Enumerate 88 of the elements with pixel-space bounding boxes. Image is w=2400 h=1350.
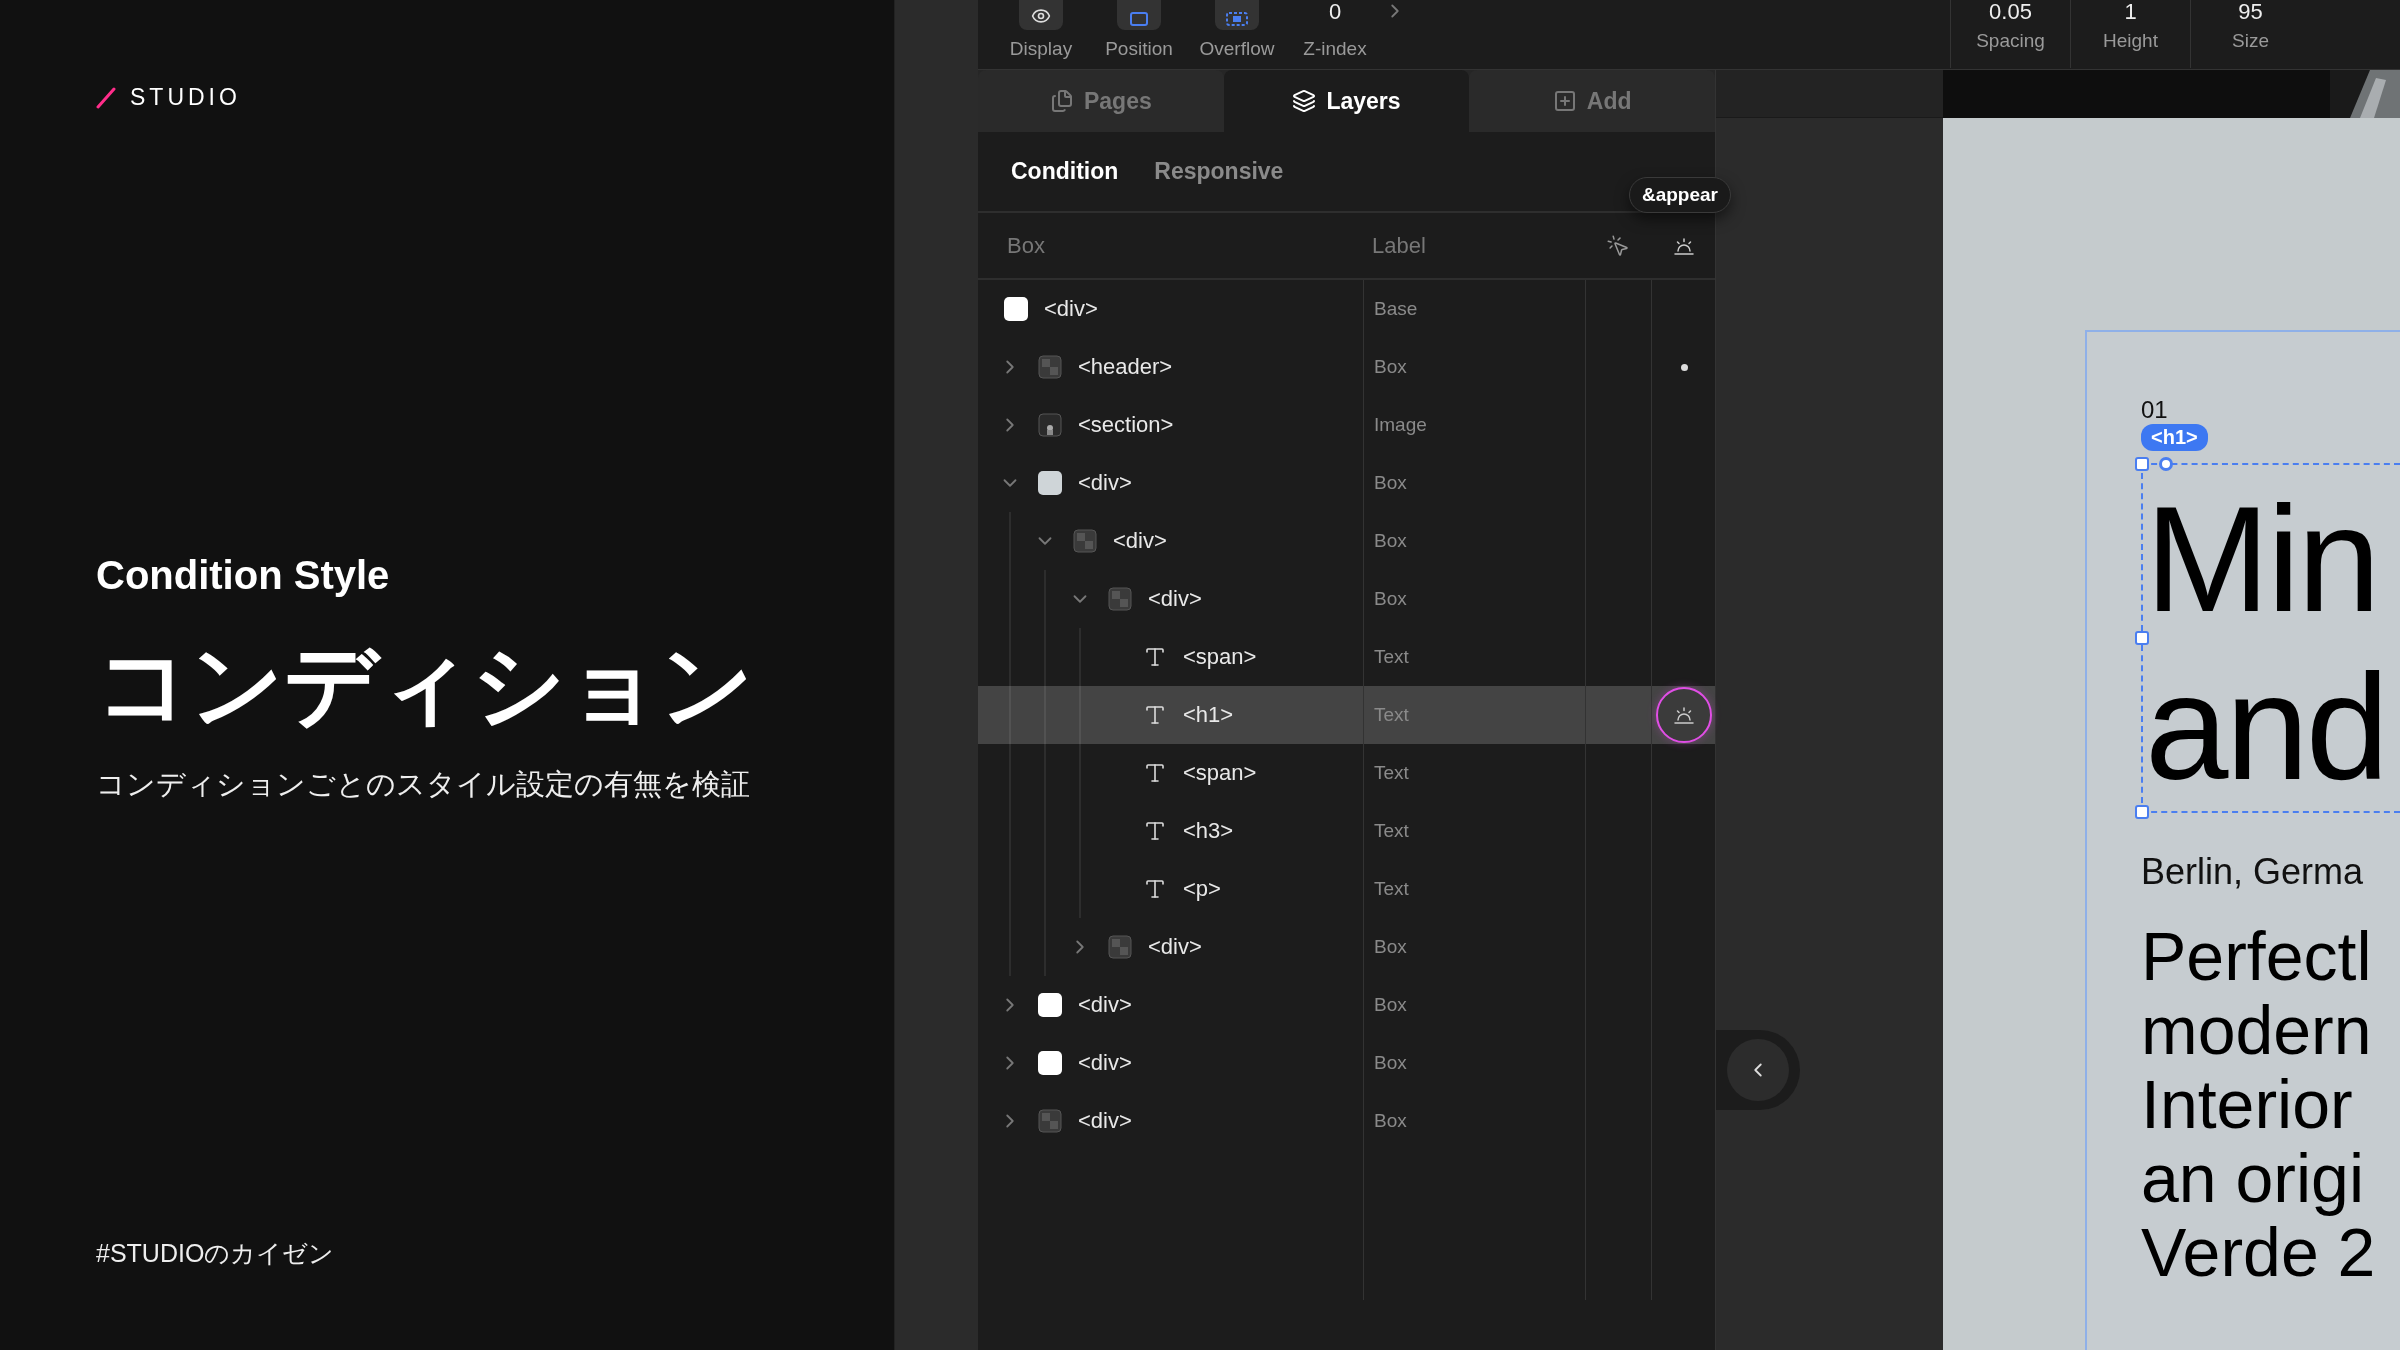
text-icon <box>1143 645 1167 669</box>
layer-row[interactable]: <div> Box <box>978 1092 1715 1150</box>
pivot-handle[interactable] <box>2159 457 2173 471</box>
panel-tab[interactable]: Layers <box>1223 70 1470 132</box>
section-eyebrow: Condition Style <box>96 553 391 598</box>
checker-icon <box>1073 529 1097 553</box>
toolbar-button[interactable]: Display <box>992 0 1090 60</box>
checker-icon <box>1108 587 1132 611</box>
checker-icon <box>1038 355 1062 379</box>
layer-label: Box <box>1374 588 1407 610</box>
layer-row[interactable]: <div> Base <box>978 280 1715 338</box>
layer-tag: <section> <box>1078 412 1174 438</box>
layer-row[interactable]: <section> Image <box>978 396 1715 454</box>
layers-icon <box>1292 89 1317 113</box>
pages-icon <box>1049 89 1074 113</box>
metric-field[interactable]: 1 Height <box>2070 0 2190 68</box>
eye-icon <box>1031 6 1051 26</box>
image-icon <box>1038 413 1062 437</box>
resize-handle[interactable] <box>2135 805 2149 819</box>
add-icon <box>1552 89 1577 113</box>
layer-label: Text <box>1374 704 1409 726</box>
column-header: Label <box>1371 232 1427 259</box>
element-badge: <h1> <box>2141 424 2208 451</box>
resize-handle[interactable] <box>2135 631 2149 645</box>
position-icon <box>1130 12 1148 26</box>
checker-icon <box>1108 935 1132 959</box>
condition-dot <box>1680 363 1688 371</box>
hero-heading: Min and <box>2145 475 2388 811</box>
layer-label: Text <box>1374 878 1409 900</box>
layer-tag: <div> <box>1078 1050 1132 1076</box>
layer-label: Box <box>1374 530 1407 552</box>
layer-label: Image <box>1374 414 1427 436</box>
description-paragraph: Perfectl modern Interior an origi Verde 2 <box>2141 919 2377 1289</box>
layer-row[interactable]: <div> Box <box>978 512 1715 570</box>
layer-tag: <div> <box>1078 470 1132 496</box>
layer-tag: <p> <box>1183 876 1221 902</box>
hashtag: #STUDIOのカイゼン <box>96 1238 336 1269</box>
layer-label: Box <box>1374 1110 1407 1132</box>
section-index: 01 <box>2141 396 2168 424</box>
brand-name: STUDIO <box>130 84 241 111</box>
layer-tag: <span> <box>1183 760 1257 786</box>
text-icon <box>1143 819 1167 843</box>
resize-handle[interactable] <box>2135 457 2149 471</box>
location-text: Berlin, Germa <box>2141 851 2365 893</box>
layer-label: Box <box>1374 936 1407 958</box>
metric-field[interactable]: 95 Size <box>2190 0 2310 68</box>
sub-tab[interactable]: Responsive <box>1154 158 1284 185</box>
tooltip: &appear <box>1628 177 1731 213</box>
layer-row[interactable]: <div> Box <box>978 976 1715 1034</box>
layer-tag: <div> <box>1113 528 1167 554</box>
layer-row[interactable]: <div> Box <box>978 454 1715 512</box>
layer-row[interactable]: <h1> Text <box>978 686 1715 744</box>
layer-label: Text <box>1374 820 1409 842</box>
toolbar-button[interactable]: Position <box>1090 0 1188 60</box>
column-header: Box <box>1006 232 1046 259</box>
page-title: コンディション <box>96 634 755 736</box>
layer-tag: <span> <box>1183 644 1257 670</box>
toolbar-button[interactable]: 0 Z-index <box>1286 0 1384 60</box>
layer-tag: <div> <box>1044 296 1098 322</box>
text-icon <box>1143 761 1167 785</box>
overflow-icon <box>1226 12 1248 26</box>
layer-tag: <header> <box>1078 354 1173 380</box>
toolbar-button[interactable]: Overflow <box>1188 0 1286 60</box>
text-icon <box>1143 877 1167 901</box>
layer-tag: <div> <box>1148 934 1202 960</box>
layer-label: Base <box>1374 298 1418 320</box>
layer-label: Box <box>1374 356 1407 378</box>
layer-row[interactable]: <div> Box <box>978 1034 1715 1092</box>
layer-row[interactable]: <header> Box <box>978 338 1715 396</box>
metric-field[interactable]: 0.05 Spacing <box>1950 0 2070 68</box>
page-subtitle: コンディションごとのスタイル設定の有無を検証 <box>96 767 751 803</box>
checker-icon <box>1038 1109 1062 1133</box>
layer-label: Box <box>1374 472 1407 494</box>
layer-label: Text <box>1374 646 1409 668</box>
layer-tag: <h1> <box>1183 702 1234 728</box>
layer-label: Text <box>1374 762 1409 784</box>
pointer-icon[interactable] <box>1606 233 1630 258</box>
layer-tag: <div> <box>1078 1108 1132 1134</box>
sub-tab[interactable]: Condition <box>1011 158 1119 185</box>
layer-tag: <div> <box>1078 992 1132 1018</box>
layer-row[interactable]: <div> Box <box>978 918 1715 976</box>
layer-label: Box <box>1374 1052 1407 1074</box>
text-icon <box>1143 703 1167 727</box>
layer-row[interactable]: <div> Box <box>978 570 1715 628</box>
slash-logo-icon <box>96 86 116 109</box>
layer-label: Box <box>1374 994 1407 1016</box>
layer-tag: <h3> <box>1183 818 1234 844</box>
layer-tag: <div> <box>1148 586 1202 612</box>
